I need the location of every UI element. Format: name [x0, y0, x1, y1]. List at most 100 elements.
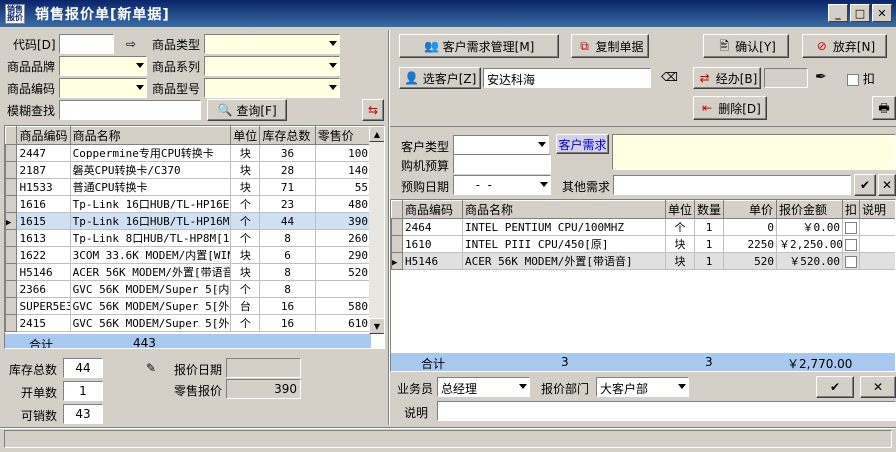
table-cell: ACER 56K MODEM/外置[带语音 [69, 263, 232, 281]
magic-wand-icon[interactable]: ✒ [815, 69, 827, 85]
fuzzy-search-input[interactable] [59, 100, 201, 120]
deduct-checkbox[interactable] [845, 255, 857, 268]
chevron-down-icon [540, 182, 548, 187]
table-row[interactable]: H1533 普通CPU转换卡块 71 55 [5, 178, 372, 196]
column-header[interactable]: 商品名称 [69, 126, 232, 145]
table-row[interactable]: 2464 INTEL PENTIUM CPU/100MHZ 个 1 0 ￥0.00 [391, 218, 895, 236]
customer-needs-field[interactable] [612, 134, 896, 170]
left-scrollbar[interactable]: ▲ ▼ [369, 126, 384, 334]
series-select[interactable] [204, 56, 340, 76]
deduct-checkbox[interactable] [845, 221, 857, 234]
chevron-down-icon [519, 384, 527, 389]
deduct-checkbox[interactable]: 扣 [847, 70, 875, 87]
maximize-button[interactable]: □ [850, 4, 870, 22]
query-button[interactable]: 🔍 查询[F] [207, 99, 287, 121]
table-row[interactable]: H5146 ACER 56K MODEM/外置[带语音块 8 520 [5, 263, 372, 281]
budget-input[interactable] [453, 154, 551, 174]
column-header[interactable]: 单价 [723, 200, 777, 219]
customer-name-field[interactable]: 安达科海 [483, 68, 651, 88]
table-row[interactable]: SUPER5E3 GVC 56K MODEM/Super 5[外置台 16 580 [5, 297, 372, 315]
table-row[interactable]: 2187 磐英CPU转换卡/C370 块 28 140 [5, 161, 372, 179]
discard-button[interactable]: ⊘ 放弃[N] [802, 34, 887, 58]
table-cell: Tp-Link 8口HUB/TL-HP8M[10M [69, 229, 232, 247]
table-row[interactable]: 2447 Coppermine专用CPU转换卡块 36 100 [5, 144, 372, 162]
delete-button[interactable]: ⇤ 删除[D] [693, 96, 767, 120]
scroll-up-icon[interactable]: ▲ [369, 126, 384, 142]
salesman-select[interactable]: 总经理 [437, 377, 530, 397]
product-grid[interactable]: 商品编码 商品名称 单位 库存总数 零售价 2447 Coppermine专用CP… [4, 125, 385, 349]
expected-date-picker[interactable]: - - [453, 175, 551, 195]
other-needs-input[interactable] [613, 175, 851, 195]
table-row[interactable]: 1610 INTEL PIII CPU/450[原] 块 1 2250 ￥2,250.00 [391, 235, 895, 253]
window-title: 销售报价单[新单据] [35, 6, 170, 23]
customer-type-select[interactable] [453, 135, 549, 155]
column-header[interactable]: 商品编码 [402, 200, 463, 219]
column-header[interactable]: 数量 [694, 200, 724, 219]
eraser-icon[interactable]: ⌫ [661, 70, 678, 84]
confirm-button[interactable]: 🖹 确认[Y] [703, 34, 789, 58]
department-select[interactable]: 大客户部 [596, 377, 689, 397]
deduct-cell[interactable] [842, 218, 860, 236]
column-header[interactable]: 单位 [230, 126, 261, 145]
column-header[interactable]: 扣 [842, 200, 860, 219]
column-header[interactable]: 商品名称 [462, 200, 666, 219]
customer-needs-mgmt-button[interactable]: 👥 客户需求管理[M] [399, 34, 559, 58]
expected-date-label: 预购日期 [401, 180, 450, 194]
table-row[interactable]: 2366 GVC 56K MODEM/Super 5[内置个 8 [5, 280, 372, 298]
column-header[interactable]: 零售价 [314, 126, 372, 145]
minimize-button[interactable]: _ [828, 4, 848, 22]
table-row[interactable]: ▶ 1615Tp-Link 16口HUB/TL-HP16M[10个44390 [5, 212, 372, 230]
close-button[interactable]: ✕ [872, 4, 892, 22]
copy-doc-button[interactable]: ⧉ 复制单据 [571, 34, 649, 58]
table-row[interactable]: 1613 Tp-Link 8口HUB/TL-HP8M[10M 个 8 260 [5, 229, 372, 247]
customer-needs-button[interactable]: 客户需求 [556, 134, 609, 154]
column-header[interactable]: 库存总数 [259, 126, 316, 145]
transfer-button[interactable]: ⇆ [362, 99, 384, 121]
code-lookup-button[interactable]: ⇨ [120, 34, 142, 54]
save-row-button[interactable]: ✔ [816, 376, 854, 398]
chevron-down-icon [678, 384, 686, 389]
remark-input[interactable] [437, 401, 896, 421]
brand-select[interactable] [59, 56, 147, 76]
table-row[interactable]: ▶ H5146 ACER 56K MODEM/外置[带语音] 块 1 520 ￥520.00 [391, 252, 895, 270]
table-cell: 1 [694, 218, 724, 236]
calendar-icon[interactable]: ✎ [146, 361, 156, 375]
print-button[interactable]: 🖶 [872, 96, 896, 120]
model-select[interactable] [204, 78, 340, 98]
category-select[interactable] [204, 34, 340, 54]
scroll-down-icon[interactable]: ▼ [369, 318, 384, 334]
table-cell: 100 [314, 144, 372, 162]
table-row[interactable]: 1622 3COM 33.6K MODEM/内置[WIN 块 6 290 [5, 246, 372, 264]
table-row[interactable]: 1616Tp-Link 16口HUB/TL-HP16E[10个23480 [5, 195, 372, 213]
code-input[interactable] [59, 34, 114, 54]
table-row[interactable]: 2415 GVC 56K MODEM/Super 5[外置个 16 610 [5, 314, 372, 332]
table-cell: ￥0.00 [776, 218, 843, 236]
table-cell: 16 [259, 314, 316, 332]
budget-label: 购机预算 [401, 159, 450, 173]
table-cell: 磐英CPU转换卡/C370 [69, 161, 232, 179]
person-icon: 👤 [404, 71, 420, 85]
transfer-icon: ⇆ [367, 103, 379, 117]
column-header[interactable]: 报价金额 [776, 200, 843, 219]
needs-ok-button[interactable]: ✔ [854, 174, 876, 196]
table-cell: 28 [259, 161, 316, 179]
quote-grid[interactable]: 商品编码 商品名称 单位 数量 单价 报价金额 扣 说明 2464 INTEL P… [390, 199, 896, 372]
code-label: 代码[D] [13, 38, 56, 52]
table-cell: 1 [694, 235, 724, 253]
deduct-cell[interactable] [842, 252, 860, 270]
other-needs-label: 其他需求 [562, 180, 611, 194]
chevron-down-icon [538, 142, 546, 147]
column-header[interactable]: 商品编码 [16, 126, 71, 145]
select-customer-button[interactable]: 👤 选客户[Z] [399, 67, 481, 89]
needs-cancel-button[interactable]: ✕ [878, 174, 896, 196]
product-code-select[interactable] [59, 78, 147, 98]
column-header[interactable]: 单位 [665, 200, 695, 219]
deduct-cell[interactable] [842, 235, 860, 253]
column-header[interactable]: 说明 [859, 200, 895, 219]
table-cell: 3COM 33.6K MODEM/内置[WIN [69, 246, 232, 264]
app-icon: 销售报价 [5, 3, 25, 24]
cancel-row-button[interactable]: ✕ [860, 376, 896, 398]
handler-button[interactable]: ⇄ 经办[B] [693, 67, 761, 89]
deduct-checkbox[interactable] [845, 238, 857, 251]
fuzzy-search-label: 模糊查找 [7, 104, 56, 118]
